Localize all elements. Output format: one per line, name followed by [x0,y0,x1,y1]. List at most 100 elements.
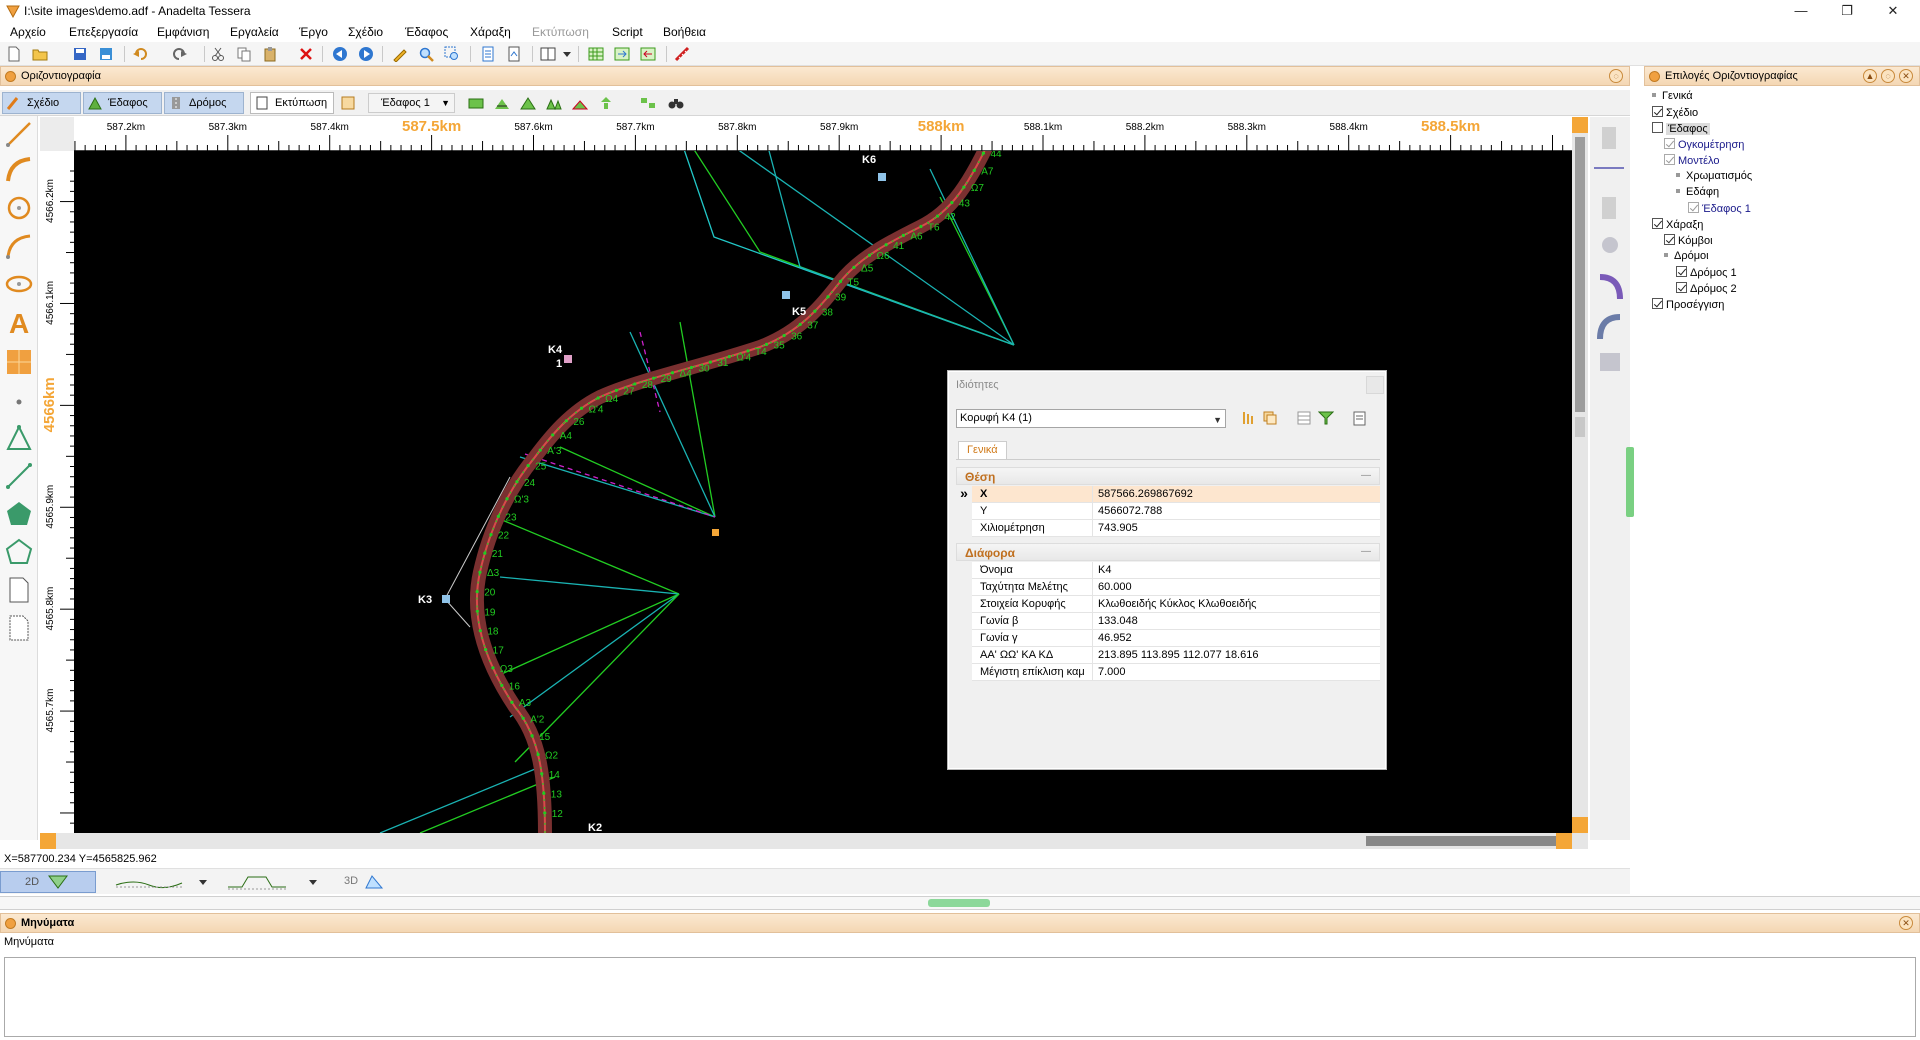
menu-drawing[interactable]: Σχέδιο [348,25,383,39]
delete-icon[interactable] [298,46,314,62]
cross-section-icon[interactable] [226,871,288,893]
property-row[interactable]: Ταχύτητα Μελέτης 60.000 [956,579,1380,596]
property-row[interactable]: Στοιχεία Κορυφής Κλωθοειδής Κύκλος Κλωθοε… [956,596,1380,613]
side-tool-1[interactable] [1602,127,1616,149]
tree-node[interactable]: Γενικά [1652,90,1693,102]
menu-print[interactable]: Εκτύπωση [532,25,589,39]
property-value[interactable]: 587566.269867692 [1098,488,1193,500]
side-tool-3[interactable] [1602,197,1616,219]
menu-script[interactable]: Script [612,25,643,39]
menu-view[interactable]: Εμφάνιση [157,25,209,39]
horizontal-scroll-thumb[interactable] [1366,836,1556,846]
triangle-tool-icon[interactable] [5,424,33,452]
panel-splitter[interactable] [0,896,1920,910]
tab-ground[interactable]: Έδαφος [83,92,162,114]
options-up-button[interactable]: ▲ [1863,69,1877,83]
surface-icon[interactable] [572,96,588,110]
property-row[interactable]: » X 587566.269867692 [956,486,1380,503]
contour-icon[interactable] [494,96,510,110]
tree-node[interactable]: Κόμβοι [1664,234,1713,247]
property-row[interactable]: Y 4566072.788 [956,503,1380,520]
property-value[interactable]: 213.895 113.895 112.077 18.616 [1098,649,1258,661]
grid-view-icon[interactable] [1296,410,1312,426]
grid-green-icon[interactable] [588,46,604,62]
paste-icon[interactable] [262,46,278,62]
collapse-icon[interactable]: — [1361,470,1371,481]
measure-icon[interactable] [674,46,690,62]
text-tool-icon[interactable]: A [5,308,33,336]
menu-tools[interactable]: Εργαλεία [230,25,279,39]
clipboard-icon[interactable] [340,96,356,110]
panel-collapse-button[interactable]: ◌ [1609,69,1623,83]
open-folder-icon[interactable] [32,46,48,62]
panel-resize-handle[interactable] [1626,447,1634,517]
curve-purple-icon[interactable] [1596,273,1624,301]
vertex-k3-marker[interactable] [442,595,450,603]
ground-model-icon[interactable] [468,96,484,110]
save-as-icon[interactable] [98,46,114,62]
tree-checkbox[interactable] [1676,282,1687,293]
property-category[interactable]: Θέση — [956,467,1380,485]
view-2d-button[interactable]: 2D [0,871,96,893]
point-tool-icon[interactable] [5,388,33,416]
options-close-button[interactable]: ✕ [1899,69,1913,83]
tree-checkbox[interactable] [1688,202,1699,213]
property-category[interactable]: Διάφορα — [956,543,1380,561]
page-tool-icon[interactable] [5,576,33,604]
ellipse-tool-icon[interactable] [5,270,33,298]
cross-section-dropdown-icon[interactable] [308,871,318,893]
redo-icon[interactable] [172,46,188,62]
tree-node[interactable]: Χρωματισμός [1676,170,1752,182]
property-value[interactable]: 4566072.788 [1098,505,1162,517]
minimize-button[interactable]: — [1778,0,1824,22]
property-row[interactable]: ΑΑ' ΩΩ' ΚΑ ΚΔ 213.895 113.895 112.077 18.… [956,647,1380,664]
hatch-tool-icon[interactable] [5,348,33,376]
property-value[interactable]: 46.952 [1098,632,1132,644]
tree-node[interactable]: Δρόμος 1 [1676,266,1737,279]
segment-tool-icon[interactable] [5,462,33,490]
tree-checkbox[interactable] [1664,138,1675,149]
messages-tab[interactable]: Μηνύματα [4,936,54,948]
categorize-icon[interactable] [1262,410,1278,426]
polygon-outline-tool-icon[interactable] [5,538,33,566]
vertical-scrollbar[interactable] [1572,117,1588,833]
tree-node[interactable]: Εδάφη [1676,186,1719,198]
grid-export-icon[interactable] [614,46,630,62]
property-value[interactable]: 60.000 [1098,581,1132,593]
tangent-point-marker[interactable] [712,529,719,536]
tree-checkbox[interactable] [1652,106,1663,117]
property-value[interactable]: 743.905 [1098,522,1138,534]
tree-checkbox[interactable] [1664,234,1675,245]
vertex-k6-marker[interactable] [878,173,886,181]
tree-checkbox[interactable] [1652,218,1663,229]
vertex-k5-marker[interactable] [782,291,790,299]
properties-close-button[interactable] [1366,376,1384,394]
layout-icon[interactable] [540,46,556,62]
tree-node[interactable]: Έδαφος [1652,122,1710,135]
points-icon[interactable] [640,96,656,110]
maximize-button[interactable]: ❐ [1824,0,1870,22]
menu-alignment[interactable]: Χάραξη [470,25,511,39]
tree-node[interactable]: Χάραξη [1652,218,1703,231]
forward-icon[interactable] [358,46,374,62]
tree-checkbox[interactable] [1664,154,1675,165]
terrain-icon[interactable] [520,96,536,110]
longitudinal-profile-icon[interactable] [114,871,184,893]
splitter-handle[interactable] [928,899,990,907]
layout-dropdown-icon[interactable] [562,46,572,62]
binoculars-icon[interactable] [668,96,684,110]
object-select[interactable]: Κορυφή Κ4 (1) ▼ [956,409,1226,428]
scroll-right-button[interactable] [1556,833,1572,849]
sort-icon[interactable] [1240,410,1256,426]
scroll-down-button[interactable] [1572,817,1588,833]
property-value[interactable]: K4 [1098,564,1111,576]
zoom-icon[interactable] [418,46,434,62]
new-file-icon[interactable] [6,46,22,62]
profile-dropdown-icon[interactable] [198,871,208,893]
property-row[interactable]: Χιλιομέτρηση 743.905 [956,520,1380,537]
property-row[interactable]: Μέγιστη επίκλιση καμ 7.000 [956,664,1380,681]
copy-icon[interactable] [236,46,252,62]
grid-import-icon[interactable] [640,46,656,62]
curve-blue-icon[interactable] [1596,313,1624,341]
filter-icon[interactable] [1318,410,1334,426]
